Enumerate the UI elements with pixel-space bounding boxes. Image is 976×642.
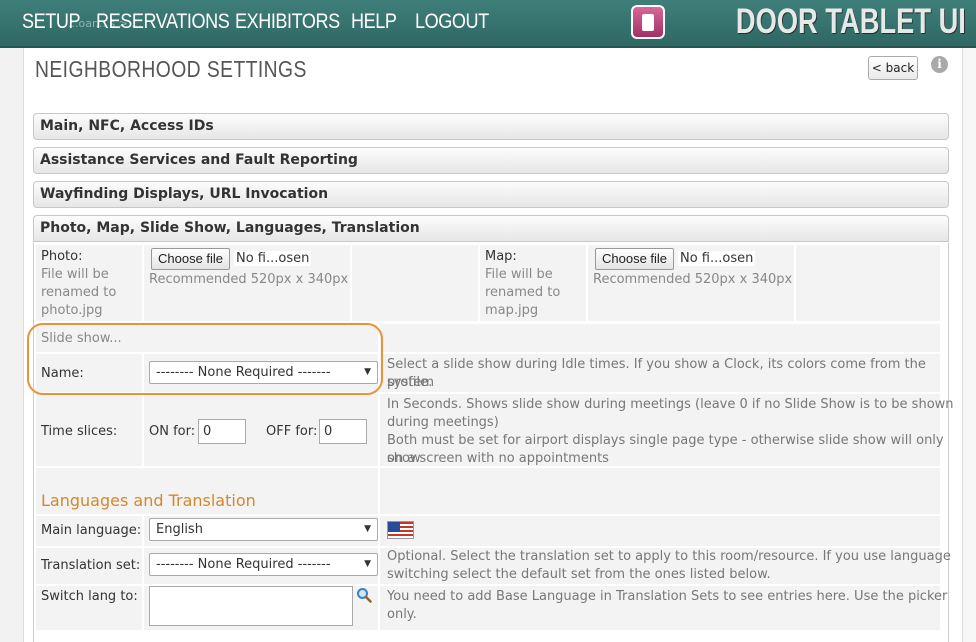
main-language-value: English	[156, 522, 203, 537]
us-flag-icon	[387, 521, 414, 539]
photo-rename-note-2: renamed to	[41, 285, 117, 300]
slideshow-name-help-2: profile.	[387, 375, 433, 390]
left-frame-edge	[0, 48, 24, 642]
switch-lang-help-2: only.	[387, 607, 417, 622]
nav-setup[interactable]: SETUP	[22, 10, 80, 34]
top-nav-bar: ...oar... s > ... SETUP RESERVATIONS EXH…	[0, 0, 976, 48]
nav-reservations[interactable]: RESERVATIONS	[96, 10, 230, 34]
page-title: NEIGHBORHOOD SETTINGS	[35, 56, 307, 82]
map-rename-note-1: File will be	[485, 267, 553, 282]
brand-name: DOOR TABLET UI	[735, 2, 966, 41]
main-language-select[interactable]: English ▼	[149, 518, 378, 541]
on-for-label: ON for:	[149, 424, 196, 439]
map-rename-note-3: map.jpg	[485, 303, 539, 318]
translation-set-label: Translation set:	[41, 558, 141, 573]
photo-choose-file-button[interactable]: Choose file	[151, 248, 231, 270]
door-tablet-logo-icon	[631, 5, 666, 39]
accordion-main-nfc-access[interactable]: Main, NFC, Access IDs	[33, 113, 949, 140]
map-rename-note-2: renamed to	[485, 285, 561, 300]
map-file-status: No fi...osen	[678, 251, 756, 266]
info-icon[interactable]: i	[931, 56, 948, 73]
nav-help[interactable]: HELP	[351, 10, 397, 34]
slideshow-highlight-callout	[27, 323, 383, 395]
off-for-input[interactable]: 0	[319, 419, 367, 444]
photo-rename-note-1: File will be	[41, 267, 109, 282]
languages-section-title: Languages and Translation	[41, 491, 256, 510]
photo-rename-note-3: photo.jpg	[41, 303, 103, 318]
slideshow-name-help-1: Select a slide show during Idle times. I…	[387, 357, 926, 390]
main-language-label: Main language:	[41, 523, 142, 538]
translation-help-2: switching select the default set from th…	[387, 567, 771, 582]
right-frame-edge	[962, 48, 976, 642]
time-help-2: during meetings)	[387, 415, 499, 430]
nav-logout[interactable]: LOGOUT	[415, 10, 489, 34]
chevron-down-icon: ▼	[364, 524, 371, 534]
accordion-wayfinding-url[interactable]: Wayfinding Displays, URL Invocation	[33, 181, 949, 208]
chevron-down-icon: ▼	[364, 559, 371, 569]
translation-set-select[interactable]: -------- None Required ------- ▼	[149, 553, 378, 576]
accordion-assistance-fault[interactable]: Assistance Services and Fault Reporting	[33, 147, 949, 174]
brand: DOOR TABLET UI	[631, 2, 966, 42]
time-help-4: on a screen with no appointments	[387, 451, 609, 466]
search-icon[interactable]	[356, 587, 372, 603]
translation-help-1: Optional. Select the translation set to …	[387, 549, 951, 564]
main-nav: SETUP RESERVATIONS EXHIBITORS HELP LOGOU…	[22, 10, 489, 34]
translation-set-value: -------- None Required -------	[156, 557, 331, 572]
time-slices-label: Time slices:	[41, 424, 118, 439]
back-button[interactable]: < back	[868, 56, 918, 80]
off-for-label: OFF for:	[266, 424, 318, 439]
switch-lang-textarea[interactable]	[149, 586, 353, 626]
on-for-input[interactable]: 0	[198, 419, 246, 444]
time-help-1: In Seconds. Shows slide show during meet…	[387, 397, 954, 412]
photo-label: Photo:	[41, 249, 83, 264]
nav-exhibitors[interactable]: EXHIBITORS	[235, 10, 340, 34]
map-label: Map:	[485, 249, 517, 264]
map-recommended: Recommended 520px x 340px	[593, 272, 793, 287]
photo-recommended: Recommended 520px x 340px	[149, 272, 349, 287]
map-choose-file-button[interactable]: Choose file	[595, 248, 675, 270]
photo-file-status: No fi...osen	[234, 251, 312, 266]
switch-lang-help-1: You need to add Base Language in Transla…	[387, 589, 948, 604]
switch-lang-label: Switch lang to:	[41, 589, 138, 604]
accordion-photo-map-slideshow[interactable]: Photo, Map, Slide Show, Languages, Trans…	[33, 215, 949, 242]
